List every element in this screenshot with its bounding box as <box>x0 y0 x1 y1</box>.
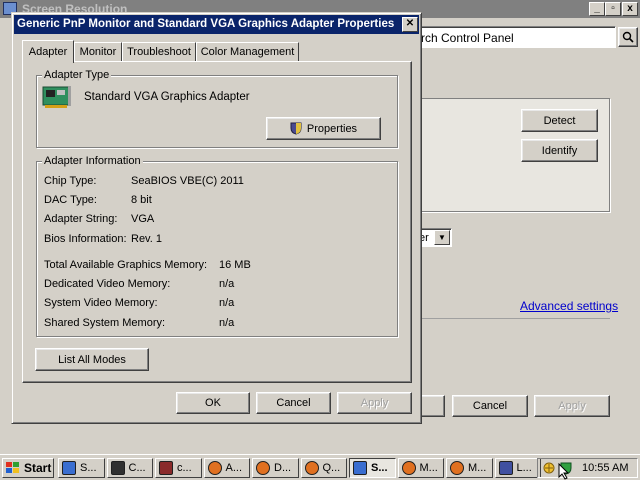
detect-button[interactable]: Detect <box>521 109 598 132</box>
clock: 10:55 AM <box>582 462 629 474</box>
dialog-title: Generic PnP Monitor and Standard VGA Gra… <box>17 18 395 30</box>
dedicated-memory-label: Dedicated Video Memory: <box>44 278 171 290</box>
list-all-modes-button[interactable]: List All Modes <box>35 348 149 371</box>
properties-button[interactable]: Properties <box>266 117 381 140</box>
browser-icon <box>450 461 464 475</box>
background-apply-button[interactable]: Apply <box>534 395 610 417</box>
adapter-string-label: Adapter String: <box>44 213 118 225</box>
dac-type-value: 8 bit <box>131 194 152 206</box>
console-icon <box>110 461 125 475</box>
cancel-button[interactable]: Cancel <box>256 392 331 414</box>
browser-icon <box>304 461 319 475</box>
start-button[interactable]: Start <box>2 458 54 478</box>
background-cancel-button[interactable]: Cancel <box>452 395 528 417</box>
taskbar-item[interactable]: c... <box>155 458 202 478</box>
taskbar-item[interactable]: S... <box>349 458 396 478</box>
bios-information-label: Bios Information: <box>44 233 127 245</box>
tab-monitor[interactable]: Monitor <box>74 42 122 61</box>
shared-memory-label: Shared System Memory: <box>44 317 166 329</box>
adapter-information-label: Adapter Information <box>42 155 143 167</box>
browser-icon <box>256 461 270 475</box>
taskbar-item[interactable]: Q... <box>300 458 347 478</box>
total-memory-value: 16 MB <box>219 259 251 271</box>
tab-adapter[interactable]: Adapter <box>22 40 74 63</box>
adapter-type-label: Adapter Type <box>42 69 112 81</box>
taskbar-item[interactable]: L... <box>494 458 541 478</box>
search-button[interactable] <box>618 27 638 47</box>
taskbar-item[interactable]: M... <box>446 458 493 478</box>
chevron-down-icon[interactable]: ▼ <box>434 230 450 245</box>
system-memory-value: n/a <box>219 297 235 309</box>
taskbar-item[interactable]: C... <box>106 458 153 478</box>
taskbar-item[interactable]: A... <box>203 458 250 478</box>
adapter-information-group <box>36 161 398 337</box>
adapter-name: Standard VGA Graphics Adapter <box>84 91 250 103</box>
total-memory-label: Total Available Graphics Memory: <box>44 259 208 271</box>
graphics-card-icon <box>42 86 71 108</box>
monitor-icon <box>62 461 76 475</box>
windows-logo-icon <box>6 462 19 473</box>
search-icon <box>622 31 634 43</box>
advanced-settings-link[interactable]: Advanced settings <box>520 299 618 313</box>
dedicated-memory-value: n/a <box>219 278 235 290</box>
shared-memory-value: n/a <box>219 317 235 329</box>
bios-information-value: Rev. 1 <box>131 233 162 245</box>
apply-button[interactable]: Apply <box>337 392 412 414</box>
chip-type-label: Chip Type: <box>44 175 97 187</box>
maximize-button[interactable]: ▫ <box>605 2 621 16</box>
tab-troubleshoot[interactable]: Troubleshoot <box>122 42 196 61</box>
background-close-button[interactable]: x <box>622 2 638 16</box>
shield-icon <box>290 122 302 135</box>
adapter-string-value: VGA <box>131 213 155 225</box>
system-memory-label: System Video Memory: <box>44 297 158 309</box>
close-icon: ✕ <box>405 18 415 29</box>
system-tray: 10:55 AM <box>537 458 638 478</box>
taskbar-item[interactable]: M... <box>397 458 444 478</box>
shield-icon <box>159 461 173 475</box>
dialog-title-bar[interactable]: Generic PnP Monitor and Standard VGA Gra… <box>14 15 419 34</box>
chip-type-value: SeaBIOS VBE(C) 2011 <box>131 175 244 187</box>
identify-button[interactable]: Identify <box>521 139 598 162</box>
browser-icon <box>401 461 416 475</box>
chart-icon <box>498 461 513 475</box>
browser-icon <box>207 461 222 475</box>
address-bar[interactable]: rch Control Panel <box>412 26 616 48</box>
taskbar-item[interactable]: S... <box>58 458 105 478</box>
mouse-cursor-icon <box>558 463 570 480</box>
ok-button[interactable]: OK <box>176 392 250 414</box>
dac-type-label: DAC Type: <box>44 194 97 206</box>
divider <box>412 318 610 319</box>
minimize-button[interactable]: _ <box>589 2 605 16</box>
monitor-icon <box>353 461 367 475</box>
taskbar-item[interactable]: D... <box>252 458 299 478</box>
dialog-close-button[interactable]: ✕ <box>402 17 418 32</box>
network-icon[interactable] <box>542 461 556 475</box>
tab-color-management[interactable]: Color Management <box>196 42 299 61</box>
